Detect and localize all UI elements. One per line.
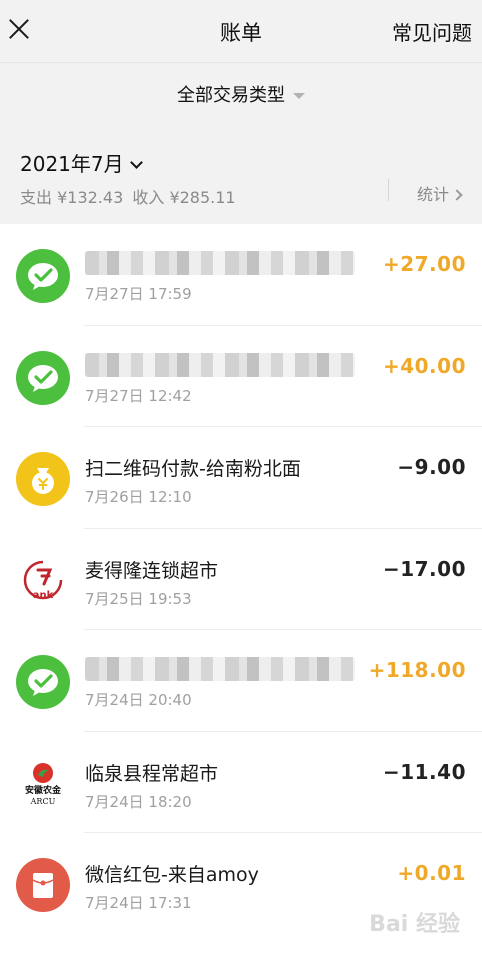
transaction-amount: −17.00 (382, 556, 466, 581)
transaction-date: 7月24日 20:40 (85, 691, 192, 709)
watermark: Bai 经验 (369, 912, 460, 937)
blurred-title (85, 352, 355, 377)
top-bar: 账单 常见问题 (0, 0, 482, 62)
transaction-amount: +0.01 (397, 861, 466, 885)
month-summary: 2021年7月 支出 ¥132.43 收入 ¥285.11 统计 (0, 124, 482, 224)
transaction-date: 7月25日 19:53 (85, 589, 192, 608)
transaction-row[interactable]: 7月24日 20:40 +118.00 (0, 630, 482, 732)
money-bag-icon (16, 452, 70, 506)
faq-link[interactable]: 常见问题 (392, 17, 472, 46)
transaction-row[interactable]: 安徽农金 ARCU 临泉县程常超市 7月24日 18:20 −11.40 (0, 732, 482, 834)
transaction-row[interactable]: ank 麦得隆连锁超市 7月25日 19:53 −17.00 (0, 529, 482, 631)
chevron-right-icon (451, 189, 463, 201)
transaction-amount: +40.00 (382, 353, 466, 378)
income-total: 收入 ¥285.11 (132, 188, 236, 207)
transaction-amount: +27.00 (382, 252, 466, 276)
transaction-date: 7月27日 12:42 (85, 386, 192, 405)
stats-label: 统计 (417, 185, 450, 204)
chevron-down-icon (129, 156, 143, 169)
transaction-date: 7月24日 18:20 (85, 792, 192, 811)
transaction-list: 7月27日 17:59 +27.00 7月27日 12:42 +40.00 扫二… (0, 224, 482, 935)
wechat-icon (16, 350, 70, 405)
divider (388, 179, 389, 201)
totals: 支出 ¥132.43 收入 ¥285.11 (20, 184, 240, 208)
filter-bar: 全部交易类型 (0, 62, 482, 124)
transaction-date: 7月26日 12:10 (85, 488, 192, 506)
filter-label: 全部交易类型 (177, 85, 285, 106)
caret-down-icon (293, 93, 305, 99)
transaction-title: 扫二维码付款-给南粉北面 (85, 458, 301, 480)
month-label: 2021年7月 (20, 152, 124, 176)
transaction-amount: +118.00 (368, 658, 466, 682)
svg-text:安徽农金: 安徽农金 (25, 784, 62, 796)
transaction-type-filter[interactable]: 全部交易类型 (0, 81, 482, 107)
wechat-icon (16, 249, 70, 303)
transaction-date: 7月27日 17:59 (85, 285, 192, 303)
store-logo-icon: ank (16, 553, 70, 608)
transaction-title: 微信红包-来自amoy (85, 864, 259, 886)
svg-text:ARCU: ARCU (30, 797, 56, 806)
month-selector[interactable]: 2021年7月 (20, 148, 143, 177)
blurred-title (85, 657, 355, 681)
red-packet-icon (16, 858, 70, 912)
expense-total: 支出 ¥132.43 (20, 188, 124, 207)
transaction-title: 临泉县程常超市 (85, 762, 219, 785)
transaction-row[interactable]: 7月27日 12:42 +40.00 (0, 326, 482, 428)
transaction-title: 麦得隆连锁超市 (85, 559, 219, 582)
svg-text:ank: ank (33, 590, 54, 601)
wechat-icon (16, 655, 70, 709)
transaction-row[interactable]: 7月27日 17:59 +27.00 (0, 224, 482, 326)
transaction-row[interactable]: 扫二维码付款-给南粉北面 7月26日 12:10 −9.00 (0, 427, 482, 529)
transaction-date: 7月24日 17:31 (85, 894, 192, 912)
stats-link[interactable]: 统计 (417, 181, 463, 205)
blurred-title (85, 251, 355, 275)
transaction-amount: −9.00 (397, 455, 466, 479)
transaction-amount: −11.40 (382, 759, 466, 784)
bank-logo-icon: 安徽农金 ARCU (16, 756, 70, 811)
